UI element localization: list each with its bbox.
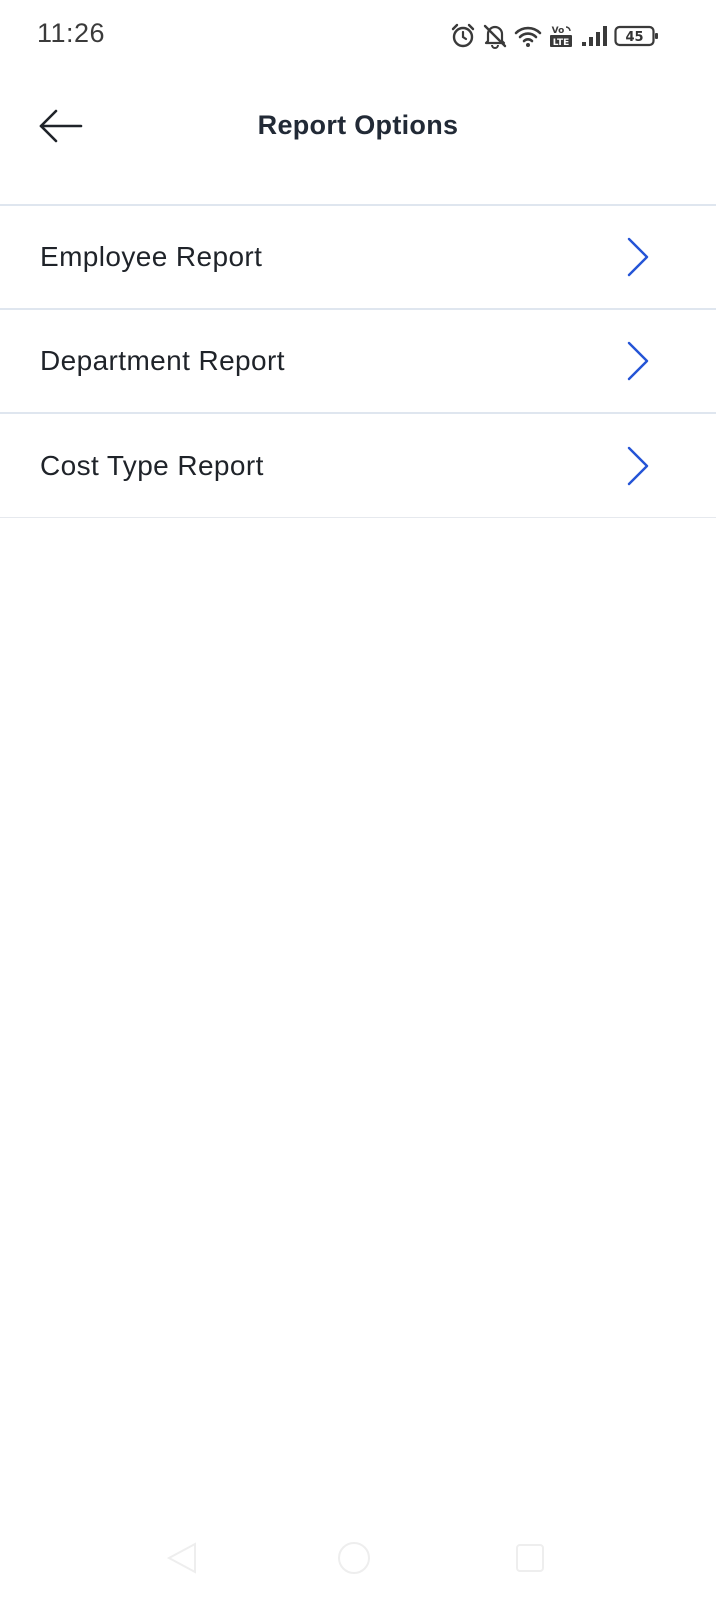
home-circle-icon[interactable] [336, 1540, 372, 1581]
status-bar: 11:26 LTE Vo 45 [0, 0, 716, 72]
chevron-right-icon [624, 446, 652, 486]
signal-icon [580, 24, 608, 48]
page-title: Report Options [257, 110, 459, 140]
menu-item-employee-report[interactable]: Employee Report [0, 206, 716, 310]
alarm-icon [450, 23, 476, 49]
menu-item-cost-type-report[interactable]: Cost Type Report [0, 414, 716, 518]
volte-icon: LTE Vo [548, 23, 574, 49]
report-options-list: Employee Report Department Report Cost T… [0, 206, 716, 518]
app-header: Report Options [0, 72, 716, 206]
system-nav-bar [0, 1520, 716, 1600]
svg-text:LTE: LTE [553, 38, 570, 48]
wifi-icon [514, 24, 542, 48]
menu-item-department-report[interactable]: Department Report [0, 310, 716, 414]
chevron-right-icon [624, 341, 652, 381]
battery-level: 45 [625, 30, 643, 45]
status-icons: LTE Vo 45 [450, 20, 660, 52]
menu-item-label: Employee Report [40, 241, 263, 272]
back-triangle-icon[interactable] [165, 1540, 201, 1581]
status-time: 11:26 [37, 18, 106, 48]
menu-item-label: Cost Type Report [40, 449, 264, 481]
svg-text:Vo: Vo [552, 26, 565, 36]
bell-off-icon [482, 23, 508, 49]
recent-square-icon[interactable] [512, 1540, 548, 1581]
battery-icon: 45 [614, 24, 660, 48]
menu-item-label: Department Report [40, 345, 285, 376]
chevron-right-icon [624, 237, 652, 277]
